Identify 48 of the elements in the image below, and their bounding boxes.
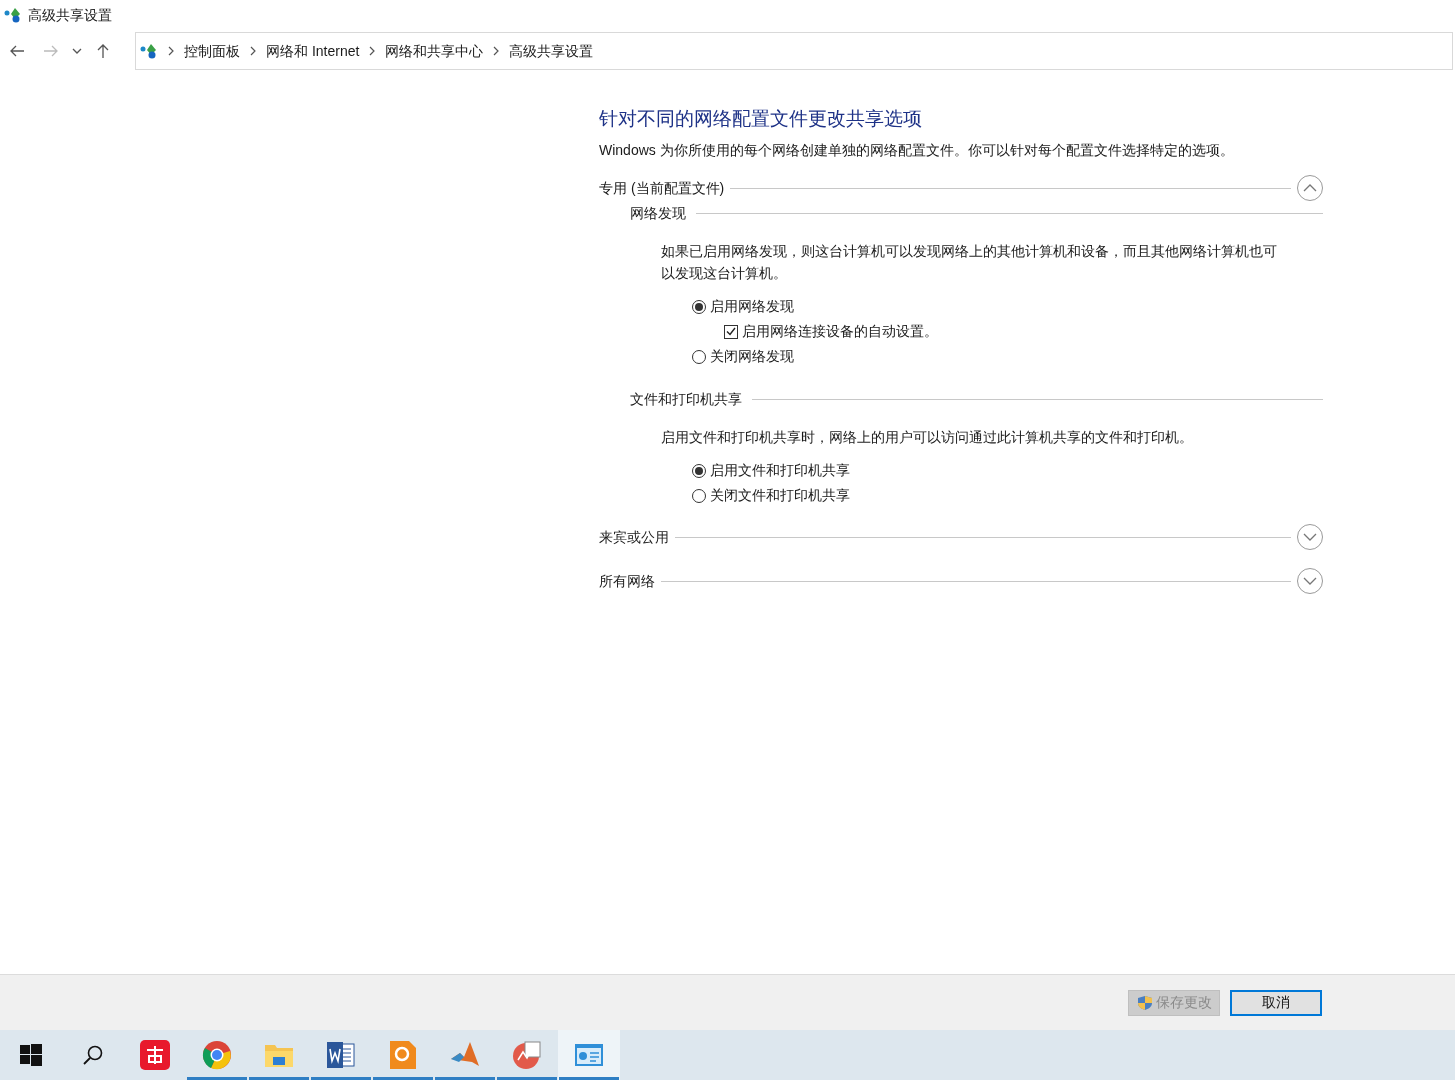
radio-label[interactable]: 启用文件和打印机共享 <box>710 460 850 481</box>
breadcrumb[interactable]: 控制面板 <box>184 40 240 62</box>
chevron-icon <box>369 46 376 56</box>
breadcrumb[interactable]: 高级共享设置 <box>509 40 594 62</box>
radio-label[interactable]: 启用网络发现 <box>710 296 794 317</box>
pdf-app-icon[interactable] <box>389 1040 417 1070</box>
radio-button[interactable] <box>692 299 706 314</box>
chevron-icon <box>493 46 500 56</box>
document-app-icon[interactable] <box>326 1040 356 1070</box>
checkbox[interactable] <box>724 324 738 339</box>
chevron-down-icon <box>1303 577 1317 585</box>
radio-button[interactable] <box>692 349 706 364</box>
shield-icon <box>1136 994 1153 1011</box>
address-bar[interactable]: 控制面板 网络和 Internet 网络和共享中心 高级共享设置 <box>135 32 1453 70</box>
search-icon[interactable] <box>82 1044 104 1066</box>
chart-app-icon[interactable] <box>512 1040 542 1070</box>
profile-heading[interactable]: 来宾或公用 <box>599 526 669 548</box>
profile-heading[interactable]: 专用 (当前配置文件) <box>599 177 725 199</box>
window-title: 高级共享设置 <box>28 5 112 25</box>
back-arrow-icon <box>9 45 25 57</box>
radio-button[interactable] <box>692 488 706 503</box>
breadcrumb[interactable]: 网络和共享中心 <box>385 40 484 62</box>
section-heading: 网络发现 <box>630 204 686 223</box>
breadcrumb[interactable]: 网络和 Internet <box>266 40 360 62</box>
radio-label[interactable]: 关闭文件和打印机共享 <box>710 485 850 506</box>
dropdown-caret-icon <box>72 48 82 54</box>
dictionary-app-icon[interactable] <box>140 1040 170 1070</box>
browser-icon[interactable] <box>202 1040 232 1070</box>
chevron-up-icon <box>1303 184 1317 192</box>
network-icon <box>140 43 158 59</box>
radio-label[interactable]: 关闭网络发现 <box>710 346 794 367</box>
forward-arrow-icon <box>43 45 59 57</box>
section-heading: 文件和打印机共享 <box>630 390 742 409</box>
page-heading: 针对不同的网络配置文件更改共享选项 <box>599 107 923 131</box>
up-arrow-icon <box>97 43 109 59</box>
checkbox-label[interactable]: 启用网络连接设备的自动设置。 <box>742 321 938 342</box>
windows-logo-icon[interactable] <box>20 1044 42 1066</box>
intro-text: Windows 为你所使用的每个网络创建单独的网络配置文件。你可以针对每个配置文件选择特定的选项。 <box>599 141 1235 160</box>
radio-button[interactable] <box>692 463 706 478</box>
chevron-icon <box>168 46 174 56</box>
cancel-button[interactable]: 取消 <box>1230 989 1322 1016</box>
chevron-down-icon <box>1303 533 1317 541</box>
chevron-icon <box>250 46 256 56</box>
section-description: 如果已启用网络发现，则这台计算机可以发现网络上的其他计算机和设备，而且其他网络计算机也可以发现这台计算机。 <box>660 242 1278 283</box>
control-panel-icon[interactable] <box>574 1043 604 1067</box>
network-icon <box>4 7 22 23</box>
section-description: 启用文件和打印机共享时，网络上的用户可以访问通过此计算机共享的文件和打印机。 <box>660 428 1194 447</box>
profile-heading[interactable]: 所有网络 <box>599 570 655 592</box>
